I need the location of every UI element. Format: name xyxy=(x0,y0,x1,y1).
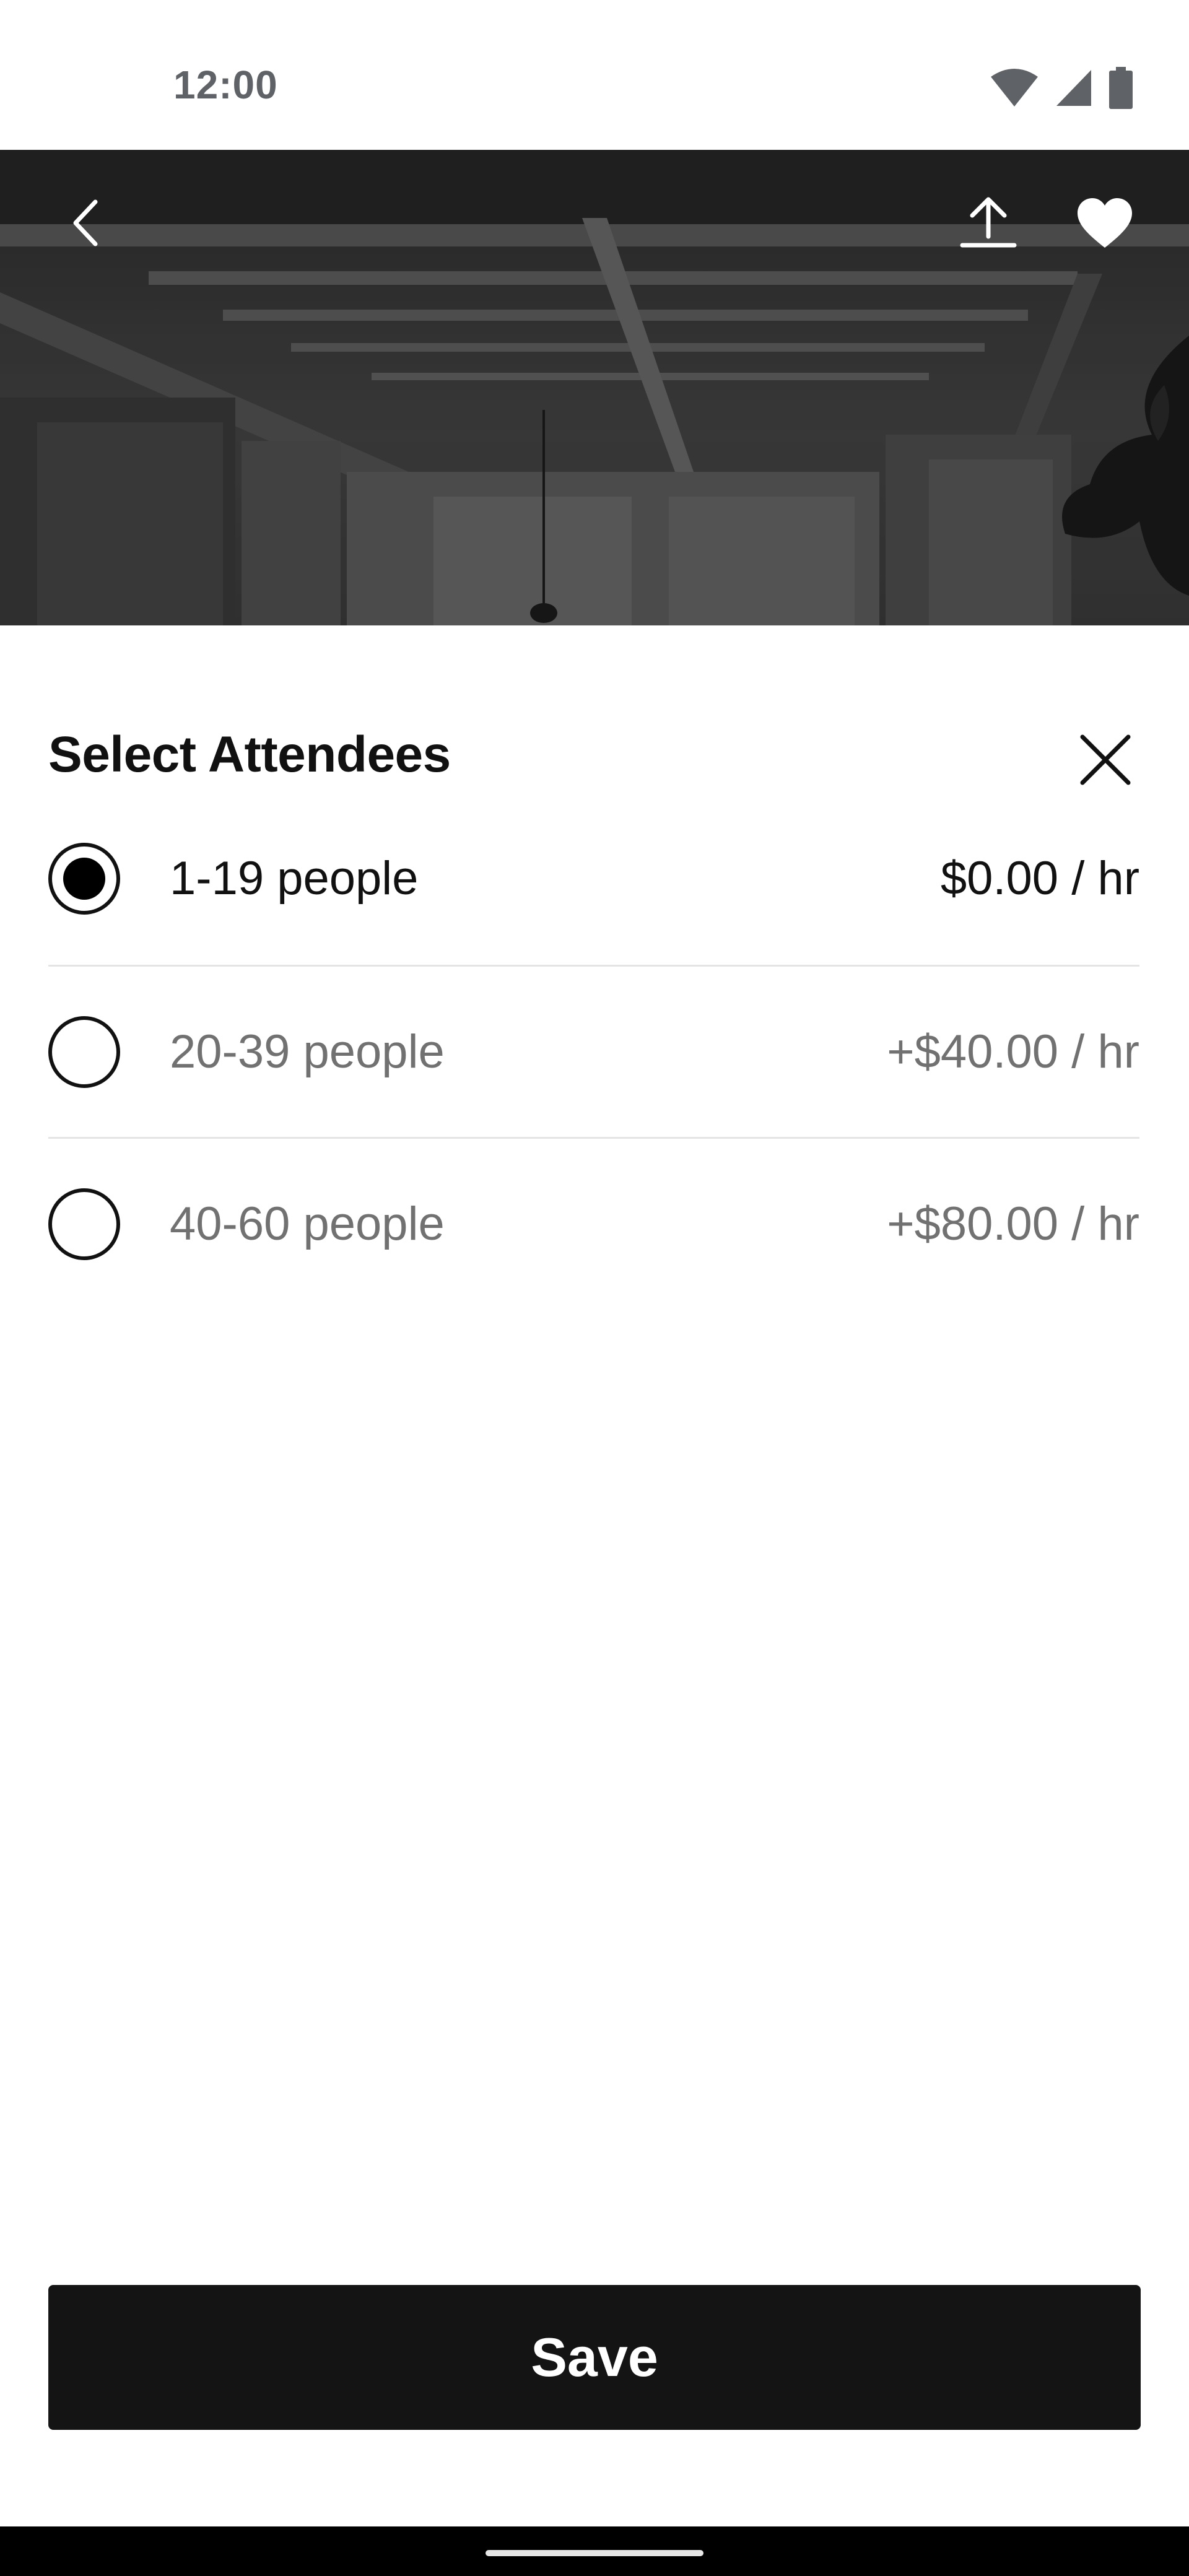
share-button[interactable] xyxy=(951,186,1026,260)
battery-icon xyxy=(1109,67,1133,109)
radio-dot xyxy=(63,858,105,900)
option-price: +$40.00 / hr xyxy=(887,1025,1139,1078)
status-icons xyxy=(990,67,1133,109)
attendee-option-20-39[interactable]: 20-39 people +$40.00 / hr xyxy=(48,966,1139,1138)
option-label: 40-60 people xyxy=(170,1198,445,1250)
favorite-button[interactable] xyxy=(1068,186,1142,260)
venue-hero-image xyxy=(0,150,1189,625)
sheet-title: Select Attendees xyxy=(48,726,451,783)
option-price: $0.00 / hr xyxy=(940,852,1139,905)
back-chevron-icon xyxy=(73,199,98,246)
radio-button[interactable] xyxy=(48,1016,120,1088)
heart-icon xyxy=(1078,198,1132,248)
save-button[interactable]: Save xyxy=(48,2285,1141,2430)
status-time: 12:00 xyxy=(173,63,278,107)
option-price: +$80.00 / hr xyxy=(887,1198,1139,1250)
home-gesture-handle[interactable] xyxy=(486,2550,703,2556)
status-bar: 12:00 xyxy=(0,0,1189,150)
radio-button-selected[interactable] xyxy=(48,843,120,915)
back-button[interactable] xyxy=(50,186,124,260)
close-icon xyxy=(1080,734,1131,785)
option-label: 20-39 people xyxy=(170,1025,445,1078)
radio-button[interactable] xyxy=(48,1188,120,1260)
cell-signal-icon xyxy=(1056,70,1091,106)
close-button[interactable] xyxy=(1065,720,1146,800)
share-upload-icon xyxy=(960,197,1017,248)
attendee-option-40-60[interactable]: 40-60 people +$80.00 / hr xyxy=(48,1138,1139,1310)
wifi-icon xyxy=(991,69,1038,107)
attendee-option-1-19[interactable]: 1-19 people $0.00 / hr xyxy=(48,793,1139,965)
option-label: 1-19 people xyxy=(170,852,419,905)
